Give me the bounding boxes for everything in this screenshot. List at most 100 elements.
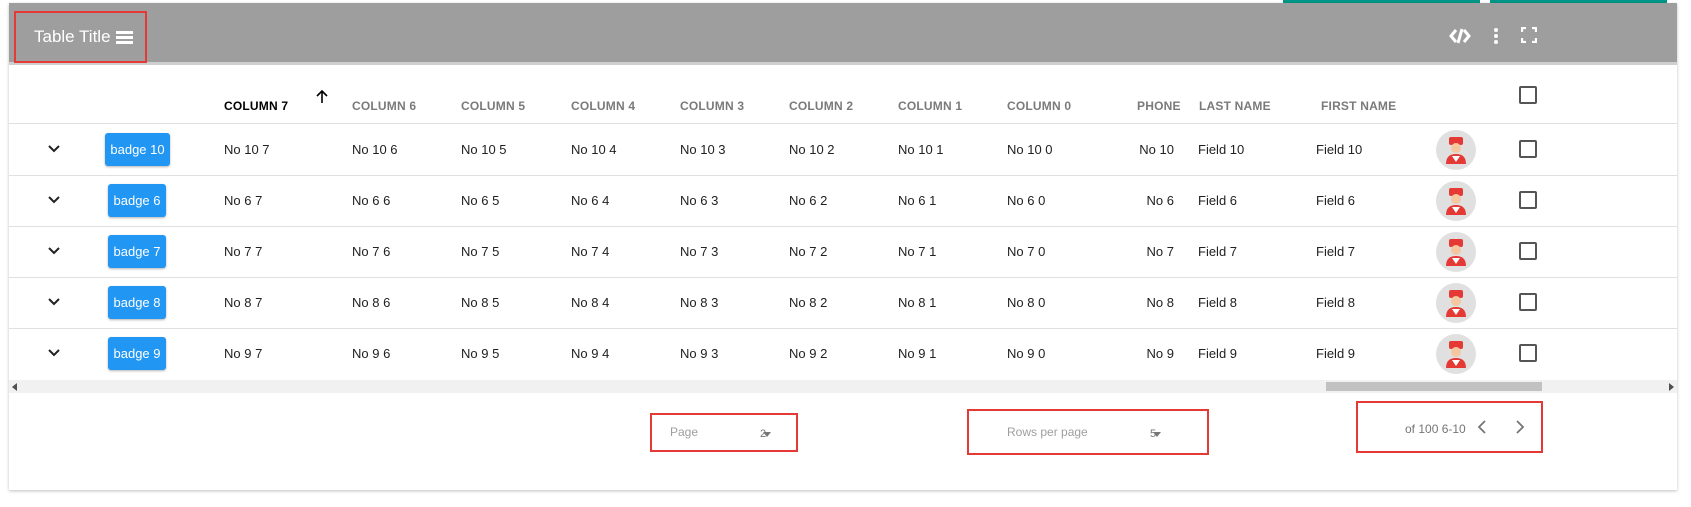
list-icon <box>115 30 133 44</box>
column-header-phone[interactable]: PHONE <box>1137 99 1181 113</box>
scroll-left-arrow-icon[interactable] <box>12 383 17 391</box>
cell-c7: No 10 7 <box>224 141 270 157</box>
column-header-5[interactable]: COLUMN 5 <box>461 99 525 113</box>
select-all-checkbox[interactable] <box>1519 86 1537 104</box>
cell-c0: No 6 0 <box>1007 192 1046 208</box>
avatar <box>1436 129 1476 170</box>
row-checkbox[interactable] <box>1519 190 1537 209</box>
column-header-4[interactable]: COLUMN 4 <box>571 99 635 113</box>
row-badge[interactable]: badge 10 <box>105 132 170 166</box>
table-toolbar: Table Title <box>9 3 1677 65</box>
cell-c5: No 6 5 <box>461 192 500 208</box>
cell-c2: No 9 2 <box>789 345 828 361</box>
chevron-down-icon[interactable] <box>47 142 61 156</box>
cell-c4: No 9 4 <box>571 345 610 361</box>
row-divider <box>9 277 1677 278</box>
column-header-last-name[interactable]: LAST NAME <box>1199 99 1271 113</box>
scroll-right-arrow-icon[interactable] <box>1669 383 1674 391</box>
cell-c1: No 8 1 <box>898 294 937 310</box>
cell-c0: No 10 0 <box>1007 141 1053 157</box>
cell-c7: No 9 7 <box>224 345 263 361</box>
dropdown-arrow-icon <box>763 431 772 437</box>
cell-c5: No 10 5 <box>461 141 507 157</box>
row-checkbox[interactable] <box>1519 241 1537 260</box>
rows-per-page-highlight: Rows per page 5 <box>967 409 1209 455</box>
cell-c5: No 9 5 <box>461 345 500 361</box>
column-header-7[interactable]: COLUMN 7 <box>224 99 288 113</box>
cell-c7: No 8 7 <box>224 294 263 310</box>
cell-c6: No 10 6 <box>352 141 398 157</box>
row-checkbox[interactable] <box>1519 139 1537 158</box>
cell-c7: No 7 7 <box>224 243 263 259</box>
cell-c5: No 8 5 <box>461 294 500 310</box>
cell-c4: No 6 4 <box>571 192 610 208</box>
cell-first-name: Field 7 <box>1316 243 1356 259</box>
cell-c2: No 6 2 <box>789 192 828 208</box>
cell-c4: No 8 4 <box>571 294 610 310</box>
cell-c2: No 7 2 <box>789 243 828 259</box>
cell-c4: No 10 4 <box>571 141 617 157</box>
column-header-6[interactable]: COLUMN 6 <box>352 99 416 113</box>
chevron-right-icon[interactable] <box>1515 420 1525 439</box>
sort-asc-icon[interactable] <box>316 89 328 109</box>
more-vert-icon[interactable] <box>1492 27 1500 48</box>
table-title-text: Table Title <box>34 27 111 46</box>
cell-c1: No 6 1 <box>898 192 937 208</box>
cell-first-name: Field 10 <box>1316 141 1363 157</box>
chevron-down-icon[interactable] <box>47 244 61 258</box>
column-header-0[interactable]: COLUMN 0 <box>1007 99 1071 113</box>
cell-last-name: Field 8 <box>1198 294 1238 310</box>
cell-phone: No 9 <box>1146 345 1174 361</box>
chevron-down-icon[interactable] <box>47 346 61 360</box>
cell-c6: No 8 6 <box>352 294 391 310</box>
data-table-card: Table Title COLUMN 7 COLUMN 6 COLUMN 5 C… <box>9 3 1677 490</box>
cell-phone: No 8 <box>1146 294 1174 310</box>
column-header-2[interactable]: COLUMN 2 <box>789 99 853 113</box>
cell-first-name: Field 8 <box>1316 294 1356 310</box>
row-divider <box>9 226 1677 227</box>
cell-c3: No 7 3 <box>680 243 719 259</box>
scrollbar-thumb[interactable] <box>1326 382 1542 391</box>
row-checkbox[interactable] <box>1519 343 1537 362</box>
cell-c0: No 8 0 <box>1007 294 1046 310</box>
chevron-left-icon[interactable] <box>1477 420 1487 439</box>
avatar <box>1436 333 1476 374</box>
avatar <box>1436 282 1476 323</box>
cell-c3: No 8 3 <box>680 294 719 310</box>
rows-per-page-label: Rows per page <box>1007 425 1088 439</box>
chevron-down-icon[interactable] <box>47 295 61 309</box>
table-title: Table Title <box>14 11 147 63</box>
row-checkbox[interactable] <box>1519 292 1537 311</box>
row-divider <box>9 328 1677 329</box>
page-select-highlight: Page 2 <box>650 413 798 452</box>
pagination-range-text: of 100 6-10 <box>1405 422 1466 436</box>
dropdown-arrow-icon <box>1153 431 1162 437</box>
cell-c1: No 7 1 <box>898 243 937 259</box>
cell-c4: No 7 4 <box>571 243 610 259</box>
cell-c6: No 6 6 <box>352 192 391 208</box>
cell-c7: No 6 7 <box>224 192 263 208</box>
row-badge[interactable]: badge 6 <box>108 183 166 217</box>
fullscreen-icon[interactable] <box>1520 26 1538 46</box>
row-badge[interactable]: badge 8 <box>108 285 166 319</box>
rows-per-page-select[interactable]: 5 <box>1150 428 1162 440</box>
header-divider <box>9 123 1677 124</box>
code-icon[interactable] <box>1449 27 1471 48</box>
cell-last-name: Field 9 <box>1198 345 1238 361</box>
cell-c1: No 10 1 <box>898 141 944 157</box>
column-header-1[interactable]: COLUMN 1 <box>898 99 962 113</box>
cell-c2: No 10 2 <box>789 141 835 157</box>
row-badge[interactable]: badge 9 <box>108 336 166 370</box>
cell-c6: No 9 6 <box>352 345 391 361</box>
row-badge[interactable]: badge 7 <box>108 234 166 268</box>
column-header-first-name[interactable]: FIRST NAME <box>1321 99 1396 113</box>
cell-first-name: Field 9 <box>1316 345 1356 361</box>
cell-last-name: Field 6 <box>1198 192 1238 208</box>
cell-phone: No 6 <box>1146 192 1174 208</box>
page-select[interactable]: 2 <box>760 428 772 440</box>
cell-c0: No 9 0 <box>1007 345 1046 361</box>
chevron-down-icon[interactable] <box>47 193 61 207</box>
horizontal-scrollbar[interactable] <box>9 380 1677 393</box>
column-header-3[interactable]: COLUMN 3 <box>680 99 744 113</box>
cell-first-name: Field 6 <box>1316 192 1356 208</box>
